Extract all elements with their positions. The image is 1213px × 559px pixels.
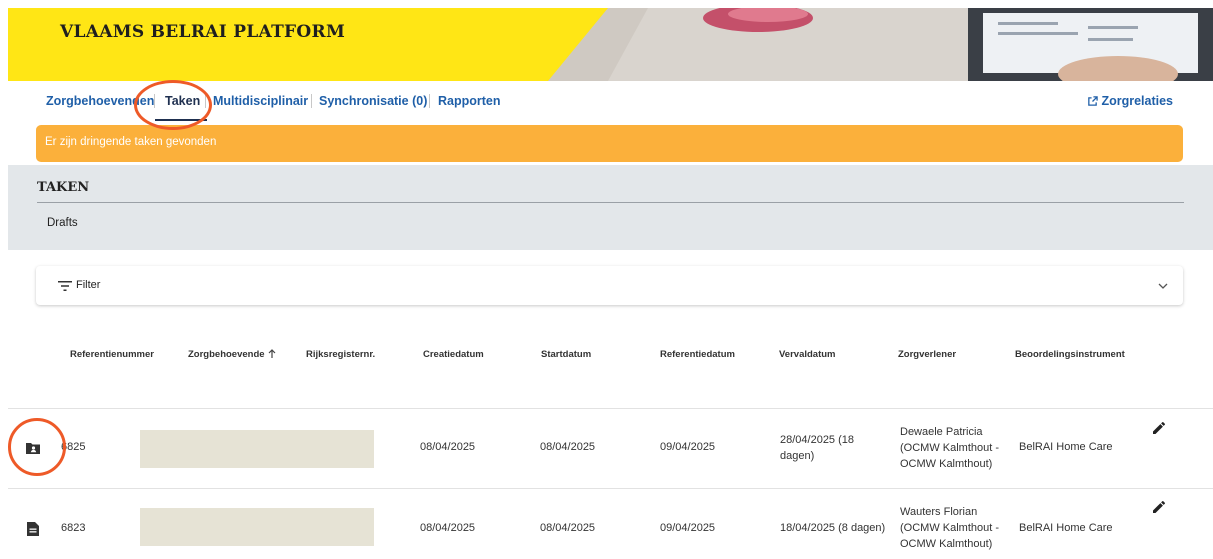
col-creatiedatum[interactable]: Creatiedatum (423, 349, 484, 360)
page: VLAAMS BELRAI PLATFORM Zorgbehoevenden T… (0, 0, 1213, 559)
cell-referentienummer[interactable]: 6825 (61, 441, 85, 453)
zorgverlener-org: (OCMW Kalmthout - (900, 522, 1000, 534)
pencil-icon[interactable] (1152, 421, 1166, 435)
nav-separator (154, 94, 155, 108)
col-startdatum[interactable]: Startdatum (541, 349, 591, 360)
zorgverlener-org: (OCMW Kalmthout - (900, 442, 1000, 454)
zorgverlener-org: OCMW Kalmthout) (900, 538, 993, 550)
cell-referentienummer[interactable]: 6823 (61, 522, 85, 534)
vervaldatum-line: 28/04/2025 (18 (780, 434, 855, 446)
col-rijksregisternr[interactable]: Rijksregisternr. (306, 349, 375, 360)
nav-zorgbehoevenden[interactable]: Zorgbehoevenden (46, 94, 154, 108)
cell-zorgverlener: Wauters Florian (OCMW Kalmthout - OCMW K… (900, 504, 999, 552)
redacted-patient-info (140, 508, 374, 546)
cell-vervaldatum: 18/04/2025 (8 dagen) (780, 522, 886, 534)
col-zorgbehoevende[interactable]: Zorgbehoevende (188, 349, 276, 360)
external-link-icon (1088, 95, 1099, 106)
urgent-tasks-alert: Er zijn dringende taken gevonden (36, 125, 1183, 162)
col-zorgbehoevende-label: Zorgbehoevende (188, 349, 265, 360)
cell-beoordelingsinstrument: BelRAI Home Care (1019, 522, 1113, 534)
cell-zorgverlener: Dewaele Patricia (OCMW Kalmthout - OCMW … (900, 424, 999, 472)
chevron-down-icon[interactable] (1158, 283, 1168, 289)
cell-startdatum: 08/04/2025 (540, 522, 596, 534)
cell-creatiedatum: 08/04/2025 (420, 441, 476, 453)
redacted-patient-info (140, 430, 374, 468)
cell-referentiedatum: 09/04/2025 (660, 441, 716, 453)
pencil-icon[interactable] (1152, 500, 1166, 514)
banner-photo (548, 8, 1213, 81)
filter-label: Filter (76, 279, 101, 291)
tasks-panel: TAKEN Drafts (8, 165, 1213, 250)
nav-multidisciplinair[interactable]: Multidisciplinair (213, 94, 308, 108)
nav-separator (429, 94, 430, 108)
brand-title: VLAAMS BELRAI PLATFORM (60, 22, 346, 42)
nav-rapporten[interactable]: Rapporten (438, 94, 501, 108)
tab-drafts[interactable]: Drafts (47, 217, 78, 229)
cell-referentiedatum: 09/04/2025 (660, 522, 716, 534)
cell-startdatum: 08/04/2025 (540, 441, 596, 453)
header-banner: VLAAMS BELRAI PLATFORM (8, 8, 1213, 81)
vervaldatum-line: dagen) (780, 450, 815, 462)
cell-beoordelingsinstrument: BelRAI Home Care (1019, 441, 1113, 453)
row-divider (8, 488, 1213, 489)
col-zorgverlener[interactable]: Zorgverlener (898, 349, 956, 360)
panel-title: TAKEN (37, 180, 90, 195)
zorgrelaties-link[interactable]: Zorgrelaties (1087, 94, 1173, 108)
col-beoordelingsinstrument[interactable]: Beoordelingsinstrument (1015, 349, 1125, 360)
nav-separator (205, 94, 206, 108)
cell-creatiedatum: 08/04/2025 (420, 522, 476, 534)
nav-separator (311, 94, 312, 108)
zorgverlener-org: OCMW Kalmthout) (900, 458, 993, 470)
zorgrelaties-label: Zorgrelaties (1101, 94, 1173, 108)
cell-vervaldatum: 28/04/2025 (18 dagen) (780, 432, 854, 464)
col-referentienummer[interactable]: Referentienummer (70, 349, 154, 360)
col-referentiedatum[interactable]: Referentiedatum (660, 349, 735, 360)
nav-synchronisatie[interactable]: Synchronisatie (0) (319, 94, 427, 108)
folder-person-icon (26, 443, 40, 454)
active-tab-indicator (155, 119, 207, 121)
col-vervaldatum[interactable]: Vervaldatum (779, 349, 836, 360)
arrow-up-icon (268, 349, 275, 358)
alert-text: Er zijn dringende taken gevonden (45, 136, 217, 148)
nav-taken[interactable]: Taken (165, 94, 200, 108)
document-icon (27, 522, 39, 536)
filter-icon (58, 281, 72, 291)
panel-divider (37, 202, 1184, 203)
zorgverlener-name: Wauters Florian (900, 506, 978, 518)
row-divider (8, 408, 1213, 409)
zorgverlener-name: Dewaele Patricia (900, 426, 983, 438)
main-nav: Zorgbehoevenden Taken Multidisciplinair … (8, 81, 1213, 122)
filter-bar[interactable]: Filter (36, 266, 1183, 305)
